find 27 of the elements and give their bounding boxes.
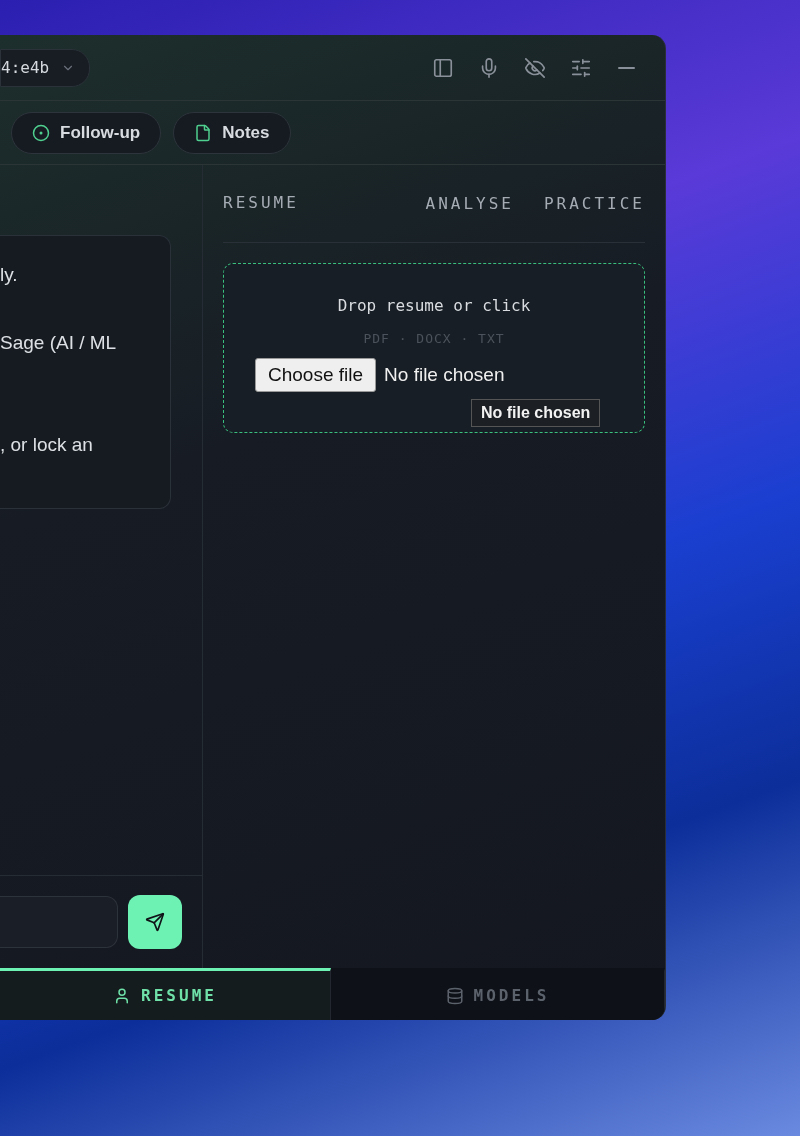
chip-button[interactable]: Notes <box>173 111 291 154</box>
message-text: ly. <box>0 263 19 287</box>
file-status: No file chosen <box>384 364 505 386</box>
sidebar-button[interactable] <box>432 56 454 79</box>
panel-tab[interactable]: ANALYSE <box>425 194 514 213</box>
choose-file-button[interactable]: Choose file <box>255 358 377 392</box>
session-selector[interactable]: 4:e4b <box>0 48 91 87</box>
eye-off-icon <box>524 56 546 79</box>
sidebar-icon <box>432 56 454 79</box>
bottom-tab[interactable]: RESUME <box>0 968 331 1020</box>
message-input[interactable] <box>0 896 118 948</box>
sliders-icon <box>570 56 592 79</box>
eye-off-button[interactable] <box>524 56 546 79</box>
minimize-icon <box>618 66 635 69</box>
send-button[interactable] <box>128 895 182 949</box>
drop-title: Drop resume or click <box>337 296 531 315</box>
message-text: Sage (AI / ML <box>0 331 118 355</box>
circle-dot-icon <box>32 123 50 142</box>
panel-title: RESUME <box>223 193 299 212</box>
chip-button[interactable]: Follow-up <box>11 111 162 154</box>
message-text: , or lock an <box>0 433 94 457</box>
sliders-button[interactable] <box>570 56 592 79</box>
tooltip: No file chosen <box>471 399 601 427</box>
database-icon <box>445 986 464 1005</box>
document-icon <box>194 123 213 142</box>
send-icon <box>145 912 165 932</box>
panel-tab[interactable]: PRACTICE <box>543 194 645 213</box>
